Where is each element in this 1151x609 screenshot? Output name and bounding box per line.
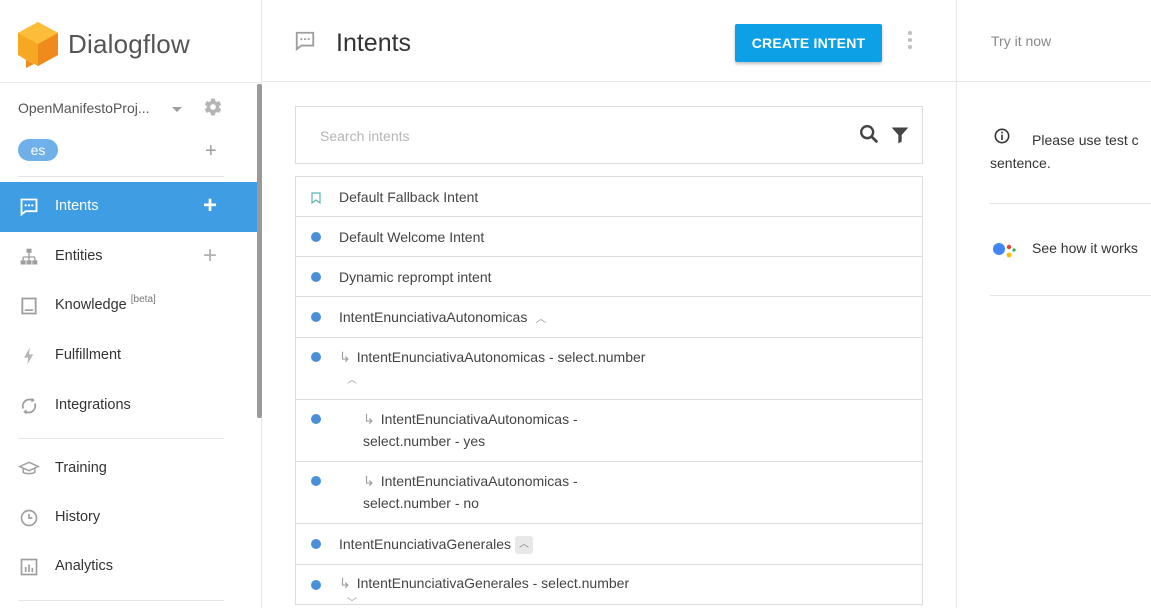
search-input[interactable] [320,126,820,146]
test-console: Try it now Please use test c sentence. S… [956,0,1151,608]
sidebar-item-training[interactable]: Training [0,444,257,494]
intent-name: Default Welcome Intent [339,229,485,245]
chevron-up-icon[interactable]: ︿ [515,536,533,555]
intent-dot [311,352,321,362]
dialogflow-logo[interactable]: Dialogflow [16,20,216,68]
page-title: Intents [336,29,412,57]
add-intent-icon[interactable]: + [203,194,217,218]
intent-dot [311,272,321,282]
intent-row[interactable]: Default Welcome Intent [296,217,922,257]
intent-row[interactable]: ↳ IntentEnunciativaAutonomicas - select.n… [296,338,922,400]
search-icon[interactable] [858,123,880,145]
child-arrow-icon: ↳ [339,349,351,365]
intent-dot [311,312,321,322]
panel-divider [990,203,1151,204]
intent-name: Dynamic reprompt intent [339,269,492,285]
chevron-up-icon[interactable]: ︿ [535,309,546,329]
google-assistant-icon [993,243,1016,258]
entities-icon [20,248,38,265]
analytics-icon [20,558,38,576]
sidebar-item-integrations[interactable]: Integrations [0,381,257,431]
child-arrow-icon: ↳ [339,575,351,591]
add-language-icon[interactable]: + [205,141,217,161]
sidebar-item-entities[interactable]: Entities + [0,232,257,282]
gear-icon[interactable] [203,97,223,117]
info-message: Please use test c sentence. [990,132,1139,171]
main-header: Intents CREATE INTENT [263,0,956,82]
agent-name: OpenManifestoProj... [18,100,150,116]
history-icon [20,509,38,527]
sidebar-item-fulfillment[interactable]: Fulfillment [0,331,257,381]
intent-name: IntentEnunciativaAutonomicas [339,309,528,325]
child-arrow-icon: ↳ [363,473,375,489]
sidebar-item-label: Fulfillment [55,347,122,363]
dialogflow-logo-icon [18,22,58,68]
sidebar-item-label: History [55,509,101,525]
intent-row[interactable]: Default Fallback Intent [296,177,922,217]
sidebar-item-history[interactable]: History [0,493,257,543]
intents-icon [295,31,315,52]
sidebar-divider [18,176,224,177]
more-options-icon[interactable] [906,31,914,53]
intent-dot [311,414,321,424]
intent-name: IntentEnunciativaAutonomicas - [380,473,578,489]
intent-name: Default Fallback Intent [339,189,479,205]
sidebar-item-label: Analytics [55,558,114,574]
see-how-it-works-link[interactable]: See how it works [1032,240,1138,256]
intent-row[interactable]: ↳ IntentEnunciativaAutonomicas - select.n… [296,400,922,462]
sidebar-item-analytics[interactable]: Analytics [0,542,257,592]
intent-row[interactable]: IntentEnunciativaGenerales ︿ [296,524,922,565]
intent-name: IntentEnunciativaAutonomicas - select.nu… [356,349,646,365]
intent-list: Default Fallback Intent Default Welcome … [295,176,923,609]
try-it-now-input[interactable]: Try it now [991,33,1051,49]
chevron-down-icon[interactable]: ﹀ [347,594,357,609]
sidebar-scrollbar[interactable] [257,84,262,418]
test-console-header: Try it now [957,0,1151,82]
sidebar-item-knowledge[interactable]: Knowledge [beta] [0,281,257,331]
filter-icon[interactable] [890,125,910,145]
language-badge[interactable]: es [18,139,58,161]
integrations-icon [21,397,37,415]
intent-row[interactable]: ↳ IntentEnunciativaGenerales - select.num… [296,565,922,609]
intent-dot [311,539,321,549]
search-bar [295,106,923,164]
intent-dot [311,232,321,242]
sidebar-divider [0,82,262,83]
caret-down-icon[interactable] [172,107,182,112]
chevron-up-icon[interactable]: ︿ [347,371,357,386]
intent-row[interactable]: ↳ IntentEnunciativaAutonomicas - select.n… [296,462,922,524]
agent-selector[interactable]: OpenManifestoProj... [18,97,238,120]
child-arrow-icon: ↳ [363,411,375,427]
sidebar-item-label: Knowledge [beta] [55,294,156,313]
sidebar-item-intents[interactable]: Intents + [0,182,257,232]
sidebar-item-label: Intents [55,198,99,214]
bookmark-icon [311,192,321,204]
sidebar-divider [18,438,224,439]
create-intent-button[interactable]: CREATE INTENT [735,24,882,62]
sidebar-item-label: Training [55,460,107,476]
intents-icon [20,198,38,217]
sidebar-item-label: Integrations [55,397,131,413]
brand-name: Dialogflow [68,29,190,59]
sidebar-item-label: Entities [55,248,103,264]
intent-dot [311,476,321,486]
intent-row[interactable]: Dynamic reprompt intent [296,257,922,297]
training-icon [18,461,40,475]
intent-row[interactable]: IntentEnunciativaAutonomicas ︿ [296,297,922,338]
intent-name: select.number - yes [363,433,486,449]
knowledge-icon [21,297,37,315]
intent-name: select.number - no [363,495,479,511]
add-entity-icon[interactable]: + [203,244,217,268]
panel-divider [990,295,1151,296]
sidebar-divider [18,600,224,601]
intent-name: IntentEnunciativaGenerales [339,536,511,552]
intent-dot [311,580,321,590]
intent-name: IntentEnunciativaAutonomicas - [380,411,578,427]
beta-badge: [beta] [130,294,156,305]
intent-name: IntentEnunciativaGenerales - select.numb… [356,575,630,591]
sidebar: Dialogflow OpenManifestoProj... es + Int… [0,0,262,608]
fulfillment-icon [24,347,34,365]
main-content: Intents CREATE INTENT Default Fallback I… [263,0,956,609]
